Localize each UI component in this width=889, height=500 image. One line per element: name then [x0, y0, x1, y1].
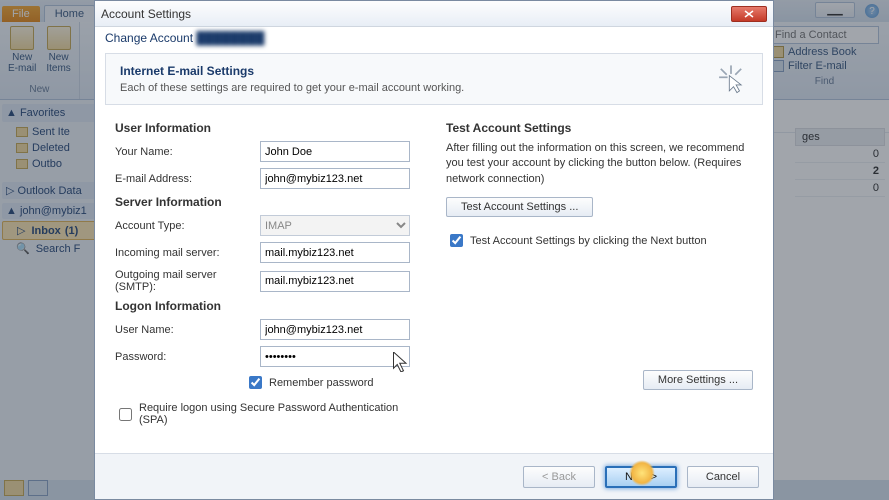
section-logon-info: Logon Information [115, 299, 422, 313]
label-outgoing: Outgoing mail server (SMTP): [115, 269, 260, 293]
section-user-info: User Information [115, 121, 422, 135]
banner-text: Each of these settings are required to g… [120, 82, 748, 94]
cancel-button[interactable]: Cancel [687, 466, 759, 488]
test-next-checkbox[interactable] [450, 234, 463, 247]
remember-password-row[interactable]: Remember password [245, 373, 422, 392]
dialog-subtitle: Change Account ████████ [95, 27, 773, 47]
dialog-title: Account Settings [101, 7, 191, 21]
test-account-button[interactable]: Test Account Settings ... [446, 197, 593, 217]
next-button[interactable]: Next > [605, 466, 677, 488]
password-field[interactable] [260, 346, 410, 367]
test-description: After filling out the information on thi… [446, 141, 753, 187]
label-account-type: Account Type: [115, 220, 260, 232]
section-server-info: Server Information [115, 195, 422, 209]
next-button-highlight: Next > [605, 466, 677, 488]
label-your-name: Your Name: [115, 146, 260, 158]
label-email: E-mail Address: [115, 173, 260, 185]
banner-title: Internet E-mail Settings [120, 64, 748, 78]
close-button[interactable] [731, 6, 767, 22]
label-password: Password: [115, 351, 260, 363]
spa-checkbox[interactable] [119, 408, 132, 421]
incoming-server-field[interactable] [260, 242, 410, 263]
section-test: Test Account Settings [446, 121, 753, 135]
label-username: User Name: [115, 324, 260, 336]
account-settings-dialog: Account Settings Change Account ████████… [94, 0, 774, 500]
username-field[interactable] [260, 319, 410, 340]
dialog-banner: Internet E-mail Settings Each of these s… [105, 53, 763, 105]
remember-password-checkbox[interactable] [249, 376, 262, 389]
outgoing-server-field[interactable] [260, 271, 410, 292]
test-next-row[interactable]: Test Account Settings by clicking the Ne… [446, 231, 753, 250]
back-button: < Back [523, 466, 595, 488]
cursor-burst-icon [714, 62, 748, 99]
account-type-select: IMAP [260, 215, 410, 236]
close-icon [744, 10, 754, 18]
more-settings-button[interactable]: More Settings ... [643, 370, 753, 390]
email-field[interactable] [260, 168, 410, 189]
spa-row[interactable]: Require logon using Secure Password Auth… [115, 402, 422, 426]
your-name-field[interactable] [260, 141, 410, 162]
label-incoming: Incoming mail server: [115, 247, 260, 259]
